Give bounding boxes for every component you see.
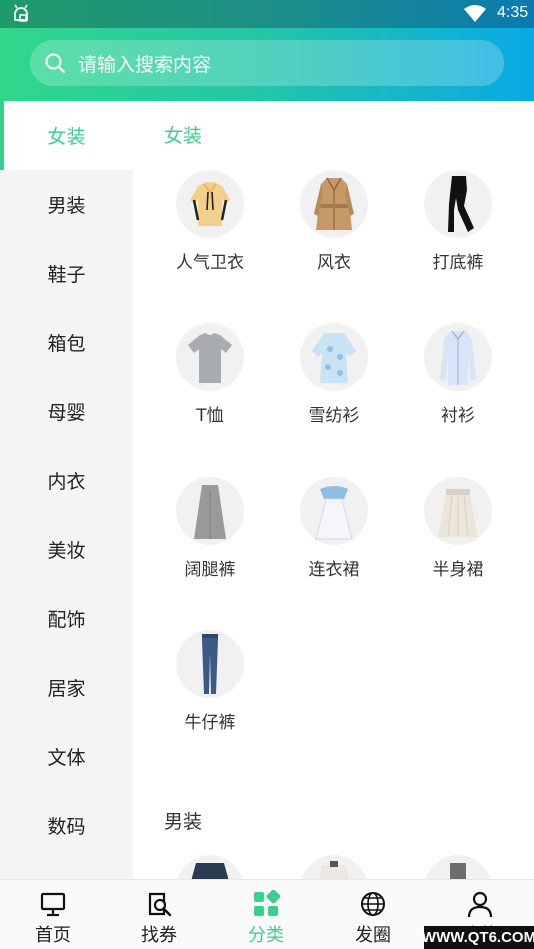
dress-icon bbox=[300, 477, 368, 545]
sidebar-item-label: 内衣 bbox=[47, 471, 86, 493]
sidebar-item-makeup[interactable]: 美妆 bbox=[0, 515, 133, 584]
category-item[interactable]: 阔腿裤 bbox=[148, 477, 272, 597]
chiffon-blouse-icon bbox=[300, 323, 368, 391]
sidebar-item-label: 箱包 bbox=[47, 333, 86, 355]
sidebar-item-label: 母婴 bbox=[47, 402, 86, 424]
category-label: 阔腿裤 bbox=[184, 560, 236, 580]
sidebar-item-label: 男装 bbox=[47, 195, 86, 217]
category-grid-icon bbox=[254, 890, 280, 916]
nav-category[interactable]: 分类 bbox=[213, 880, 319, 949]
sidebar-item-baby[interactable]: 母婴 bbox=[0, 377, 133, 446]
search-placeholder: 请输入搜索内容 bbox=[78, 53, 212, 76]
men-top-icon bbox=[176, 855, 244, 879]
nav-label: 首页 bbox=[35, 925, 71, 946]
category-label: T恤 bbox=[196, 406, 224, 426]
sidebar-item-label: 配饰 bbox=[47, 609, 86, 631]
jeans-icon bbox=[176, 630, 244, 698]
sidebar-item-sports[interactable]: 文体 bbox=[0, 722, 133, 791]
category-label: 连衣裙 bbox=[308, 560, 360, 580]
watermark: WWW.QT6.COM bbox=[422, 926, 534, 949]
category-item[interactable] bbox=[396, 855, 520, 879]
sidebar-item-accessories[interactable]: 配饰 bbox=[0, 584, 133, 653]
status-time: 4:35 bbox=[497, 4, 529, 21]
section-title: 女装 bbox=[164, 125, 203, 147]
globe-icon bbox=[361, 892, 385, 916]
sidebar-item-underwear[interactable]: 内衣 bbox=[0, 446, 133, 515]
monitor-icon bbox=[40, 892, 66, 917]
section-title: 男装 bbox=[164, 811, 203, 833]
coupon-search-icon bbox=[148, 892, 172, 917]
wide-leg-pants-icon bbox=[176, 477, 244, 545]
category-label: 人气卫衣 bbox=[176, 253, 244, 273]
trench-coat-icon bbox=[300, 170, 368, 238]
shirt-icon bbox=[424, 323, 492, 391]
category-label: 风衣 bbox=[317, 253, 351, 273]
search-icon bbox=[45, 53, 66, 74]
nav-label: 发圈 bbox=[355, 925, 391, 946]
sidebar-item-label: 女装 bbox=[47, 126, 86, 148]
category-sidebar: 女装 男装 鞋子 箱包 母婴 内衣 美妆 配饰 居家 文体 数码 bbox=[0, 101, 133, 879]
sidebar-item-home[interactable]: 居家 bbox=[0, 653, 133, 722]
category-label: 牛仔裤 bbox=[184, 713, 236, 733]
status-bar: 4:35 bbox=[0, 0, 534, 28]
sidebar-item-bags[interactable]: 箱包 bbox=[0, 308, 133, 377]
android-notification-icon bbox=[14, 4, 28, 22]
category-label: 打底裤 bbox=[432, 253, 484, 273]
sidebar-item-label: 数码 bbox=[47, 816, 86, 838]
category-label: 半身裙 bbox=[432, 560, 484, 580]
category-content: 女装 人气卫衣 风衣 打底裤 T恤 雪纺衫 衬衫 阔腿裤 连衣裙 半身裙 牛仔裤… bbox=[133, 101, 534, 879]
sidebar-item-shoes[interactable]: 鞋子 bbox=[0, 239, 133, 308]
category-item[interactable]: 牛仔裤 bbox=[148, 630, 272, 750]
category-item[interactable]: 打底裤 bbox=[396, 170, 520, 290]
category-item[interactable]: 雪纺衫 bbox=[272, 323, 396, 443]
category-item[interactable] bbox=[148, 855, 272, 879]
sidebar-item-men[interactable]: 男装 bbox=[0, 170, 133, 239]
category-item[interactable]: 风衣 bbox=[272, 170, 396, 290]
nav-share-circle[interactable]: 发圈 bbox=[320, 880, 426, 949]
category-item[interactable]: 半身裙 bbox=[396, 477, 520, 597]
men-shirt-icon bbox=[300, 855, 368, 879]
hoodie-icon bbox=[176, 170, 244, 238]
category-item[interactable] bbox=[272, 855, 396, 879]
wifi-icon bbox=[464, 5, 486, 22]
sidebar-item-label: 文体 bbox=[47, 747, 86, 769]
search-input[interactable]: 请输入搜索内容 bbox=[30, 40, 504, 86]
sidebar-item-label: 美妆 bbox=[47, 540, 86, 562]
category-label: 雪纺衫 bbox=[308, 406, 360, 426]
category-item[interactable]: 人气卫衣 bbox=[148, 170, 272, 290]
men-pants-icon bbox=[424, 855, 492, 879]
nav-label: 找券 bbox=[141, 925, 177, 946]
category-item[interactable]: T恤 bbox=[148, 323, 272, 443]
nav-label: 分类 bbox=[248, 925, 284, 946]
category-item[interactable]: 衬衫 bbox=[396, 323, 520, 443]
user-icon bbox=[467, 891, 493, 918]
nav-home[interactable]: 首页 bbox=[0, 880, 106, 949]
category-item[interactable]: 连衣裙 bbox=[272, 477, 396, 597]
sidebar-item-label: 居家 bbox=[47, 678, 86, 700]
sidebar-item-women[interactable]: 女装 bbox=[0, 101, 133, 170]
sidebar-item-label: 鞋子 bbox=[47, 264, 86, 286]
tshirt-icon bbox=[176, 323, 244, 391]
skirt-icon bbox=[424, 477, 492, 545]
category-label: 衬衫 bbox=[441, 406, 475, 426]
nav-find-coupons[interactable]: 找券 bbox=[106, 880, 212, 949]
sidebar-item-digital[interactable]: 数码 bbox=[0, 791, 133, 860]
leggings-icon bbox=[424, 170, 492, 238]
